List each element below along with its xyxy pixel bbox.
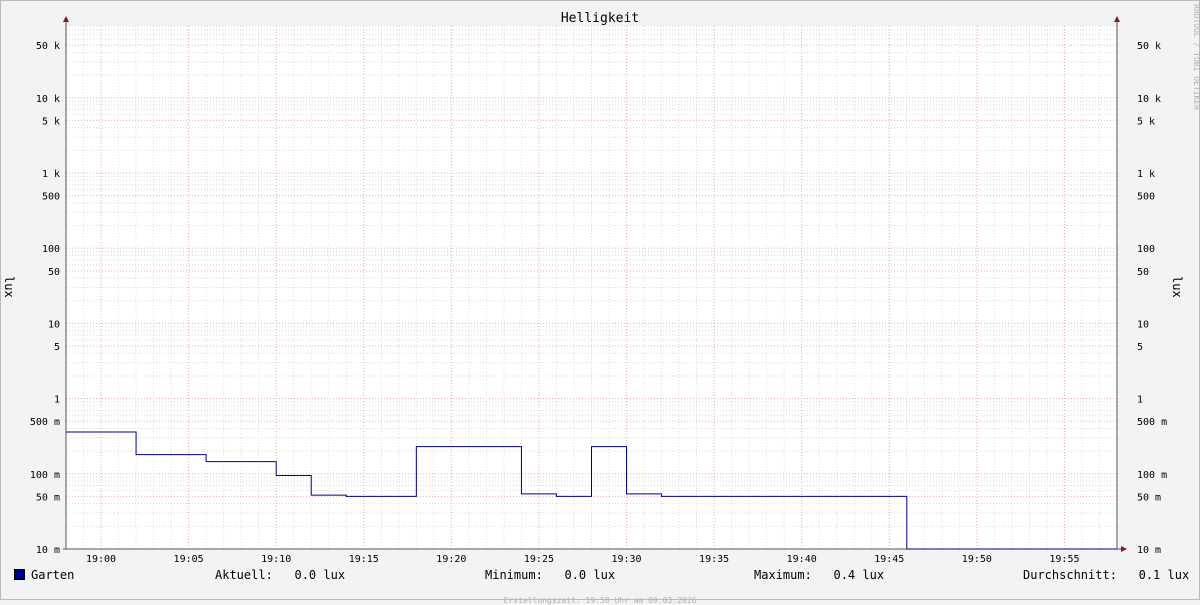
- legend-swatch: [14, 569, 25, 580]
- y-tick-label-right: 10: [1137, 319, 1149, 330]
- chart-title: Helligkeit: [560, 11, 640, 26]
- y-tick-label-right: 10 k: [1137, 94, 1161, 105]
- y-tick-label-right: 500: [1137, 192, 1155, 203]
- y-tick-label-right: 10 m: [1137, 545, 1161, 556]
- x-tick-label: 19:40: [787, 554, 817, 565]
- legend-entry-garten: Garten: [14, 568, 74, 582]
- max-label: Maximum:: [754, 568, 812, 582]
- y-tick-label-right: 100: [1137, 244, 1155, 255]
- y-tick-label-right: 50 k: [1137, 41, 1161, 52]
- y-tick-label-right: 100 m: [1137, 470, 1167, 481]
- x-tick-label: 19:20: [436, 554, 466, 565]
- x-tick-label: 19:10: [261, 554, 291, 565]
- x-tick-label: 19:35: [699, 554, 729, 565]
- legend-minimum: Minimum: 0.0 lux: [485, 568, 615, 582]
- creation-time: Erstellungszeit: 19:58 Uhr am 09.03.2026: [503, 596, 697, 605]
- y-tick-label-right: 1 k: [1137, 169, 1155, 180]
- legend-maximum: Maximum: 0.4 lux: [754, 568, 884, 582]
- y-tick-label-right: 1: [1137, 395, 1143, 406]
- x-tick-label: 19:05: [174, 554, 204, 565]
- min-label: Minimum:: [485, 568, 543, 582]
- y-axis-label-left: lux: [2, 276, 16, 298]
- avg-value: 0.1 lux: [1138, 568, 1190, 582]
- y-tick-label-left: 10 m: [36, 545, 60, 556]
- brightness-chart: 50 k 50 k10 k 10 k5 k5 k1 k1 k500 500100 100…: [0, 0, 1200, 600]
- y-tick-label-right: 50 m: [1137, 492, 1161, 503]
- current-value: 0.0 lux: [294, 568, 346, 582]
- y-tick-label-left: 5 k: [42, 116, 60, 127]
- y-tick-label-left: 50 m: [36, 492, 60, 503]
- x-tick-label: 19:55: [1049, 554, 1079, 565]
- current-label: Aktuell:: [215, 568, 273, 582]
- legend-series-name: Garten: [31, 568, 75, 582]
- legend-average: Durchschnitt: 0.1 lux: [1023, 568, 1189, 582]
- y-tick-label-left: 500 m: [30, 417, 60, 428]
- y-tick-label-right: 5: [1137, 342, 1143, 353]
- x-tick-label: 19:30: [611, 554, 641, 565]
- y-axis-label-right: lux: [1170, 276, 1184, 298]
- y-tick-label-left: 5: [54, 342, 60, 353]
- x-axis-arrow: [1121, 546, 1127, 552]
- x-tick-label: 19:45: [874, 554, 904, 565]
- x-tick-label: 19:15: [349, 554, 379, 565]
- avg-label: Durchschnitt:: [1023, 568, 1117, 582]
- rrdtool-watermark: RRDTOOL / TOBI OETIKER: [1192, 4, 1200, 110]
- y-tick-label-left: 1: [54, 395, 60, 406]
- x-tick-label: 19:50: [962, 554, 992, 565]
- max-value: 0.4 lux: [833, 568, 885, 582]
- y-tick-label-left: 50 k: [36, 41, 60, 52]
- chart-canvas: 50 k 50 k 10 k 10 k5 k5 k1 k1 k 500 500 100 100…: [0, 0, 1200, 605]
- y-tick-label-right: 50: [1137, 267, 1149, 278]
- y-tick-label-left: 100: [42, 244, 60, 255]
- min-value: 0.0 lux: [564, 568, 616, 582]
- y-tick-label-left: 1 k: [42, 169, 60, 180]
- y-tick-label-right: 5 k: [1137, 116, 1155, 127]
- y-tick-label-left: 50: [48, 267, 60, 278]
- y-tick-label-right: 500 m: [1137, 417, 1167, 428]
- y-tick-label-left: 10: [48, 319, 60, 330]
- y-tick-label-left: 500: [42, 192, 60, 203]
- y-tick-label-left: 10 k: [36, 94, 60, 105]
- x-tick-label: 19:25: [524, 554, 554, 565]
- y-tick-label-left: 100 m: [30, 470, 60, 481]
- legend-current: Aktuell: 0.0 lux: [215, 568, 345, 582]
- x-tick-label: 19:00: [86, 554, 116, 565]
